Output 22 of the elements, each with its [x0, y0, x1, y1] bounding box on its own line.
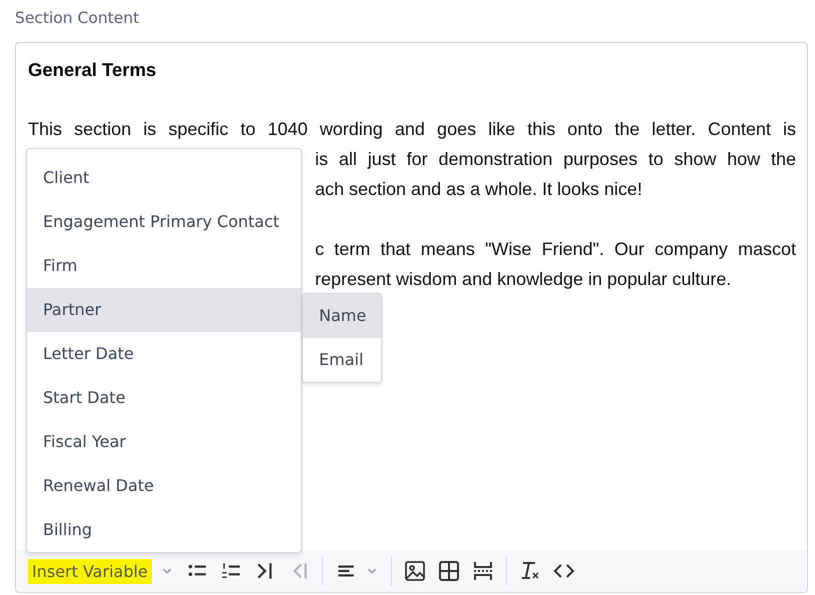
paragraph-text: represent wisdom and knowledge in popular culture. [315, 268, 732, 291]
menu-item[interactable]: Start Date [27, 376, 301, 420]
image-icon[interactable] [404, 560, 426, 582]
menu-item[interactable]: Partner [27, 288, 301, 332]
menu-item[interactable]: Billing [27, 508, 301, 552]
menu-item[interactable]: Client [27, 156, 301, 200]
paragraph-text: ach section and as a whole. It looks nice! [315, 178, 642, 201]
insert-variable-button[interactable]: Insert Variable [28, 558, 152, 584]
section-label: Section Content [15, 8, 140, 29]
menu-item[interactable]: Renewal Date [27, 464, 301, 508]
paragraph-text: is all just for demonstration purposes to show how the [315, 148, 796, 171]
menu-item[interactable]: Name [303, 294, 381, 338]
menu-item[interactable]: Letter Date [27, 332, 301, 376]
paragraph-text: c term that means "Wise Friend". Our company mascot [315, 238, 796, 261]
menu-item[interactable]: Engagement Primary Contact [27, 200, 301, 244]
heading-text: General Terms [28, 58, 158, 82]
table-icon[interactable] [438, 560, 460, 582]
paragraph-text: This section is specific to 1040 wording and goes like this onto the letter. Content is [28, 118, 796, 141]
page-break-icon[interactable] [472, 560, 494, 582]
menu-item[interactable]: Fiscal Year [27, 420, 301, 464]
menu-item[interactable]: Email [303, 338, 381, 382]
menu-item[interactable]: Firm [27, 244, 301, 288]
